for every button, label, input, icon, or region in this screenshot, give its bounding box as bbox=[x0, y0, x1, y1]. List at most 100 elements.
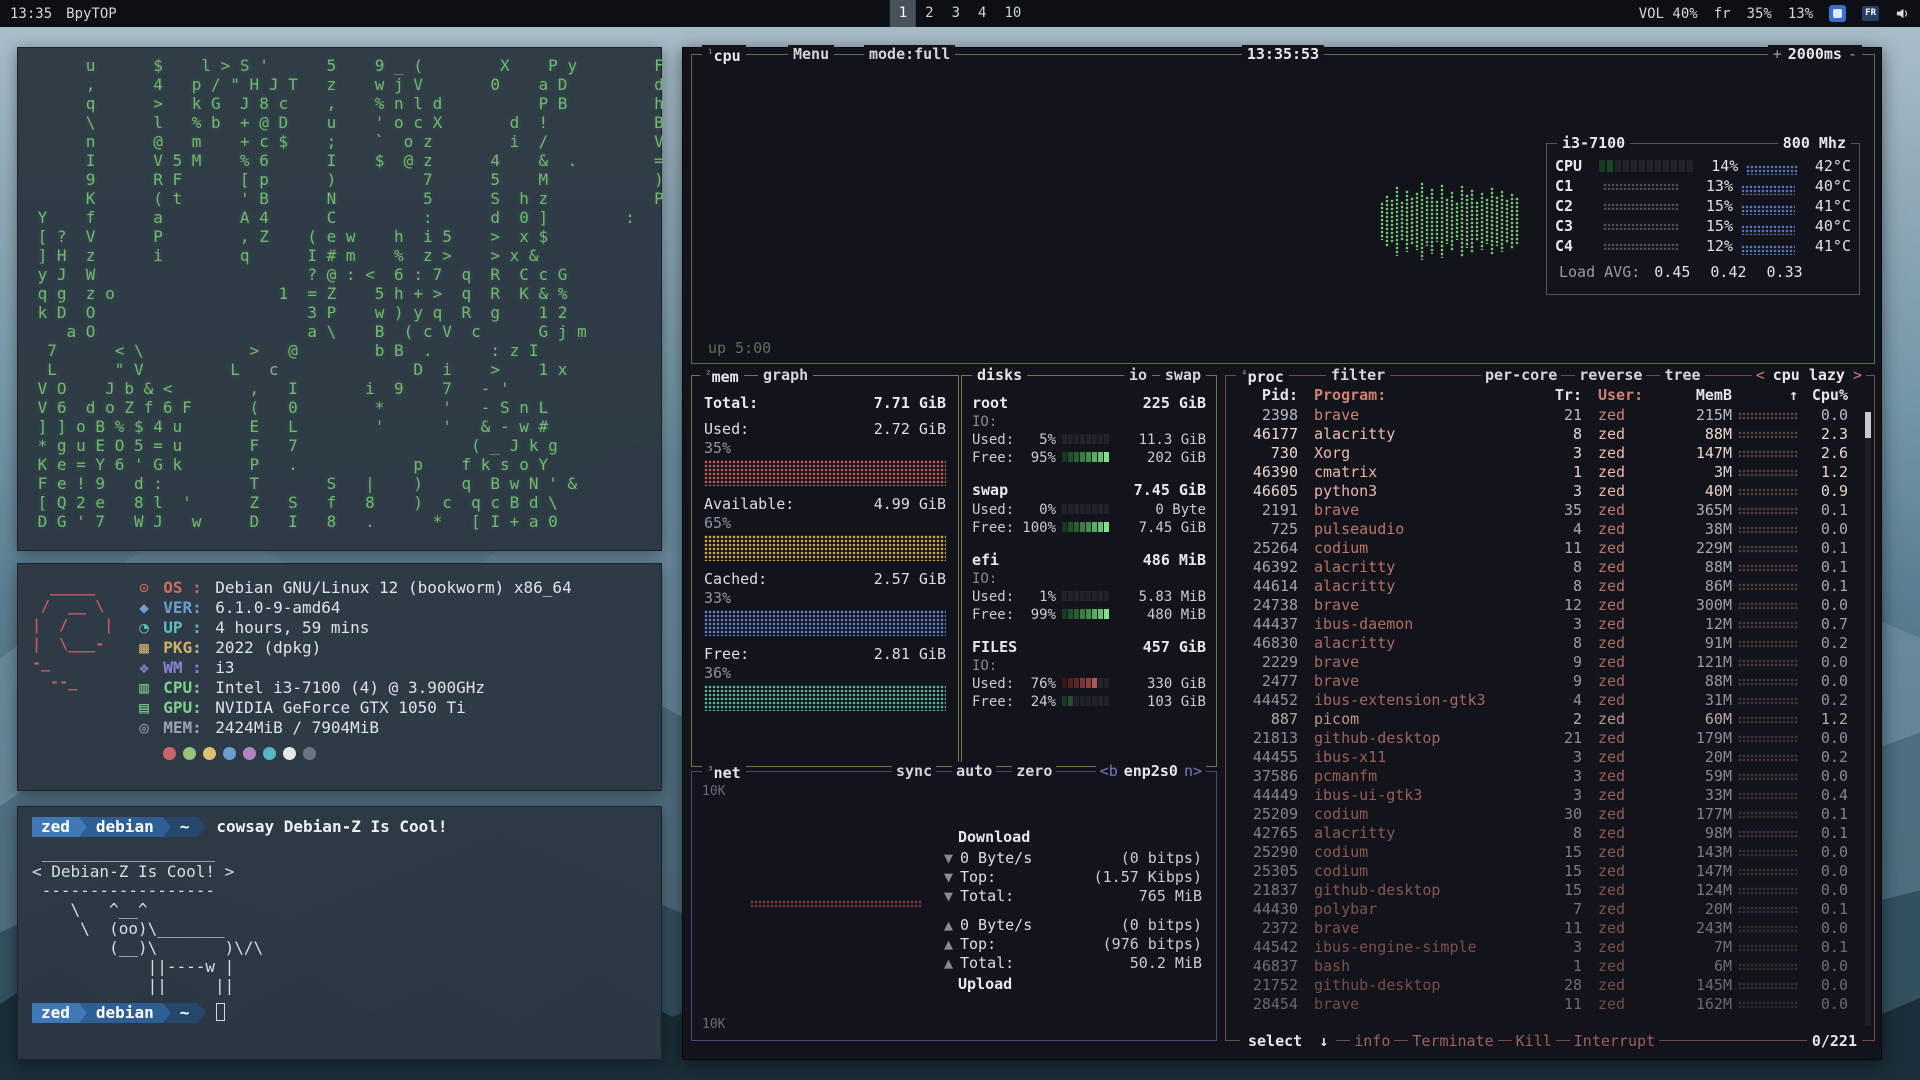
process-row[interactable]: 25209codium30zed177M0.1 bbox=[1226, 805, 1874, 824]
graph-toggle-button[interactable]: graph bbox=[758, 366, 813, 384]
process-cell: 98M bbox=[1666, 824, 1732, 843]
interface-next-button[interactable]: n> bbox=[1184, 762, 1202, 780]
process-row[interactable]: 42765alacritty8zed98M0.1 bbox=[1226, 824, 1874, 843]
info-button[interactable]: info bbox=[1350, 1032, 1394, 1050]
process-row[interactable]: 2191brave35zed365M0.1 bbox=[1226, 501, 1874, 520]
interrupt-button[interactable]: Interrupt bbox=[1570, 1032, 1659, 1050]
process-row[interactable]: 44614alacritty8zed86M0.1 bbox=[1226, 577, 1874, 596]
process-cell: brave bbox=[1298, 995, 1546, 1014]
cowsay-terminal-window[interactable]: zeddebian~cowsay Debian-Z Is Cool! _____… bbox=[17, 806, 662, 1060]
process-row[interactable]: 887picom2zed60M1.2 bbox=[1226, 710, 1874, 729]
swap-toggle-button[interactable]: swap bbox=[1160, 366, 1206, 384]
cpu-usage-module[interactable]: 35% bbox=[1747, 6, 1772, 22]
process-row[interactable]: 44437ibus-daemon3zed12M0.7 bbox=[1226, 615, 1874, 634]
process-row[interactable]: 46830alacritty8zed91M0.2 bbox=[1226, 634, 1874, 653]
bpytop-window[interactable]: ¹cpu Menu mode:full 13:35:53 +2000ms- i3… bbox=[682, 47, 1882, 1060]
terminal-cursor[interactable] bbox=[216, 1003, 225, 1021]
process-row[interactable]: 37586pcmanfm3zed59M0.0 bbox=[1226, 767, 1874, 786]
process-row[interactable]: 44455ibus-x113zed20M0.2 bbox=[1226, 748, 1874, 767]
process-cell: 8 bbox=[1546, 425, 1582, 444]
process-row[interactable]: 2477brave9zed88M0.0 bbox=[1226, 672, 1874, 691]
volume-module[interactable]: VOL 40% bbox=[1639, 6, 1698, 22]
process-row[interactable]: 44542ibus-engine-simple3zed7M0.1 bbox=[1226, 938, 1874, 957]
upload-label: Upload bbox=[958, 975, 1202, 993]
tray-app-icon[interactable] bbox=[1829, 5, 1846, 22]
process-row[interactable]: 21752github-desktop28zed145M0.0 bbox=[1226, 976, 1874, 995]
process-row[interactable]: 28454brave11zed162M0.0 bbox=[1226, 995, 1874, 1014]
process-row[interactable]: 21837github-desktop15zed124M0.0 bbox=[1226, 881, 1874, 900]
prompt-path: ~ bbox=[171, 817, 199, 837]
keyboard-layout-module[interactable]: fr bbox=[1714, 6, 1731, 22]
process-row[interactable]: 44452ibus-extension-gtk34zed31M0.2 bbox=[1226, 691, 1874, 710]
process-cell: zed bbox=[1582, 539, 1666, 558]
process-row[interactable]: 2398brave21zed215M0.0 bbox=[1226, 406, 1874, 425]
workspace-button[interactable]: 2 bbox=[916, 0, 942, 27]
process-row[interactable]: 21813github-desktop21zed179M0.0 bbox=[1226, 729, 1874, 748]
mode-toggle-button[interactable]: mode:full bbox=[864, 45, 955, 63]
workspace-button[interactable]: 4 bbox=[969, 0, 995, 27]
sysinfo-terminal-window[interactable]: _____ / __ \ | / | | \___- -_ --_ ⊙OS :D… bbox=[17, 563, 662, 791]
keyboard-flag-icon[interactable]: FR bbox=[1862, 6, 1879, 21]
core-temp: 41°C bbox=[1799, 237, 1851, 255]
process-row[interactable]: 25305codium15zed147M0.0 bbox=[1226, 862, 1874, 881]
reverse-toggle[interactable]: reverse bbox=[1575, 366, 1646, 384]
process-row[interactable]: 46390cmatrix1zed3M1.2 bbox=[1226, 463, 1874, 482]
speaker-icon[interactable] bbox=[1895, 6, 1910, 21]
disk-usage-meter bbox=[1062, 694, 1132, 710]
header-program[interactable]: Program: bbox=[1298, 386, 1546, 406]
workspace-button[interactable]: 1 bbox=[890, 0, 916, 27]
process-row[interactable]: 46392alacritty8zed88M0.1 bbox=[1226, 558, 1874, 577]
process-row[interactable]: 2229brave9zed121M0.0 bbox=[1226, 653, 1874, 672]
process-row[interactable]: 2372brave11zed243M0.0 bbox=[1226, 919, 1874, 938]
process-row[interactable]: 44430polybar7zed20M0.1 bbox=[1226, 900, 1874, 919]
upload-rows: ▲0 Byte/s(0 bitps)▲Top:(976 bitps)▲Total… bbox=[944, 916, 1202, 973]
process-cell: brave bbox=[1298, 501, 1546, 520]
kill-button[interactable]: Kill bbox=[1512, 1032, 1556, 1050]
process-row[interactable]: 46837bash1zed6M0.0 bbox=[1226, 957, 1874, 976]
interface-prev-button[interactable]: <b bbox=[1100, 762, 1118, 780]
cmatrix-terminal-window[interactable]: u $ l > S ' 5 9 _ ( X P y F , 4 p / " H … bbox=[17, 47, 662, 551]
disk-usage-pct: 95% bbox=[1020, 450, 1056, 466]
header-user[interactable]: User: bbox=[1582, 386, 1666, 406]
terminate-button[interactable]: Terminate bbox=[1408, 1032, 1497, 1050]
header-threads[interactable]: Tr: bbox=[1546, 386, 1582, 406]
workspace-button[interactable]: 3 bbox=[943, 0, 969, 27]
net-scale-bottom: 10K bbox=[702, 1017, 725, 1032]
filter-button[interactable]: filter bbox=[1326, 366, 1390, 384]
per-core-toggle[interactable]: per-core bbox=[1481, 366, 1561, 384]
process-cpu-sparkline bbox=[1738, 621, 1798, 629]
select-control[interactable]: select ↓ bbox=[1240, 1032, 1336, 1050]
zero-button[interactable]: zero bbox=[1012, 762, 1056, 780]
process-row[interactable]: 730Xorg3zed147M2.6 bbox=[1226, 444, 1874, 463]
auto-button[interactable]: auto bbox=[952, 762, 996, 780]
process-cell: 143M bbox=[1666, 843, 1732, 862]
sync-button[interactable]: sync bbox=[892, 762, 936, 780]
workspace-button[interactable]: 10 bbox=[995, 0, 1030, 27]
ram-usage-module[interactable]: 13% bbox=[1788, 6, 1813, 22]
process-row[interactable]: 25290codium15zed143M0.0 bbox=[1226, 843, 1874, 862]
menu-button[interactable]: Menu bbox=[788, 45, 834, 63]
process-row[interactable]: 25264codium11zed229M0.1 bbox=[1226, 539, 1874, 558]
process-row[interactable]: 725pulseaudio4zed38M0.0 bbox=[1226, 520, 1874, 539]
tree-toggle[interactable]: tree bbox=[1660, 366, 1704, 384]
meter-cell bbox=[1086, 591, 1091, 601]
sort-prev-button[interactable]: < bbox=[1756, 366, 1765, 384]
interval-decrease-button[interactable]: - bbox=[1848, 45, 1857, 63]
process-row[interactable]: 46177alacritty8zed88M2.3 bbox=[1226, 425, 1874, 444]
scrollbar-thumb[interactable] bbox=[1865, 412, 1871, 438]
process-row[interactable]: 44449ibus-ui-gtk33zed33M0.4 bbox=[1226, 786, 1874, 805]
process-row[interactable]: 24738brave12zed300M0.0 bbox=[1226, 596, 1874, 615]
sort-next-button[interactable]: > bbox=[1853, 366, 1862, 384]
process-row[interactable]: 46605python33zed40M0.9 bbox=[1226, 482, 1874, 501]
process-scrollbar[interactable] bbox=[1865, 412, 1871, 1026]
header-cpu[interactable]: Cpu% bbox=[1800, 386, 1852, 406]
interval-increase-button[interactable]: + bbox=[1773, 45, 1782, 63]
fetch-row-icon: ▥ bbox=[139, 678, 163, 698]
io-toggle-button[interactable]: io bbox=[1124, 366, 1152, 384]
process-cell: alacritty bbox=[1298, 558, 1546, 577]
header-mem[interactable]: MemB bbox=[1666, 386, 1732, 406]
cpu-graph-bar bbox=[1490, 187, 1494, 255]
header-pid[interactable]: Pid: bbox=[1226, 386, 1298, 406]
process-cell: ibus-daemon bbox=[1298, 615, 1546, 634]
powerline-separator-icon bbox=[79, 817, 87, 837]
